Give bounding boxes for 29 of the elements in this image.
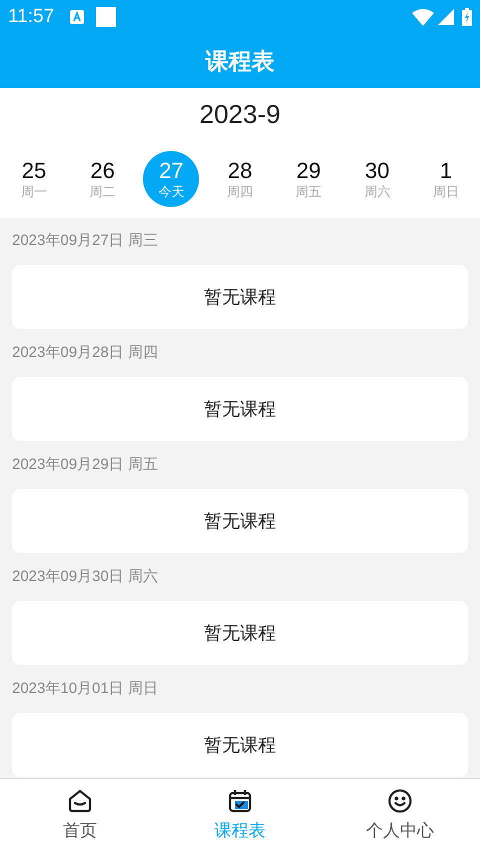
course-card: 暂无课程 (12, 601, 468, 665)
battery-icon (462, 8, 472, 26)
notification-icon (70, 10, 84, 24)
status-time: 11:57 (8, 4, 54, 29)
day-tab[interactable]: 28 周四 (212, 151, 268, 207)
day-tab[interactable]: 25 周一 (6, 151, 62, 207)
day-tab[interactable]: 29 周五 (280, 151, 337, 207)
smiley-icon (387, 788, 413, 814)
calendar-icon (227, 788, 253, 814)
course-card: 暂无课程 (12, 265, 468, 329)
date-heading: 2023年10月01日 周日 (12, 679, 159, 699)
page-title: 课程表 (206, 46, 274, 76)
notification-icon (96, 7, 116, 27)
nav-tab[interactable]: 个人中心 (320, 779, 480, 853)
day-tab[interactable]: 30 周六 (349, 151, 406, 207)
wifi-icon (412, 8, 434, 26)
date-heading: 2023年09月27日 周三 (12, 231, 159, 251)
home-icon (67, 788, 93, 814)
date-heading: 2023年09月30日 周六 (12, 567, 159, 587)
course-card: 暂无课程 (12, 489, 468, 553)
course-card: 暂无课程 (12, 713, 468, 777)
month-label: 2023-9 (200, 98, 280, 130)
day-tab[interactable]: 1 周日 (418, 151, 474, 207)
day-tab[interactable]: 26 周二 (74, 151, 131, 207)
date-heading: 2023年09月29日 周五 (12, 455, 159, 475)
date-heading: 2023年09月28日 周四 (12, 343, 159, 363)
nav-tab[interactable]: 首页 (0, 779, 160, 853)
signal-icon (438, 9, 454, 25)
course-card: 暂无课程 (12, 377, 468, 441)
